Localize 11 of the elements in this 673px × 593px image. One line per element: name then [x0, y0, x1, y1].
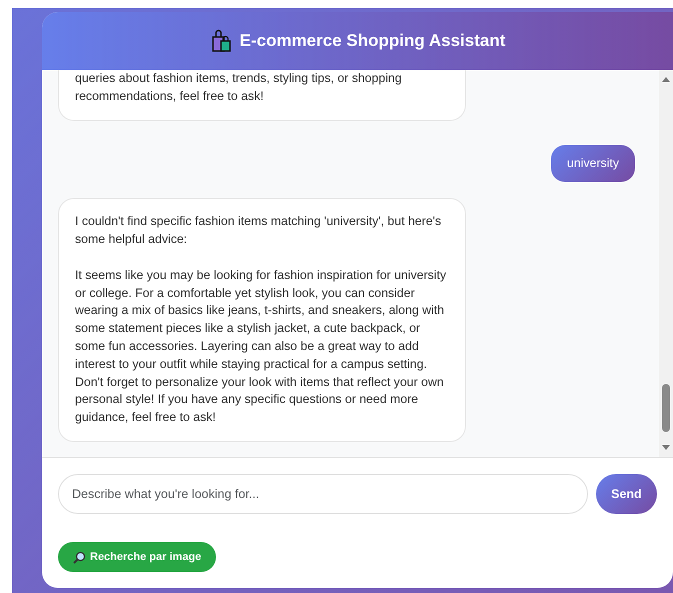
scroll-thumb[interactable]	[662, 384, 670, 432]
message-input[interactable]: Describe what you're looking for...	[58, 474, 588, 514]
assistant-message: I couldn't find specific fashion items matching 'university', but here's some helpful advice: It seems like you may be looking for fashion inspiration for university or college. For a comfortable yet stylish look, you can consider wearing a mix of basics like jeans, t-shirts, and sneakers, along with some statement pieces like a stylish jacket, a cute backpack, or some fun accessories. Layering can also be a great way to add interest to your outfit while staying practical for a campus setting. Don't forget to personalize your look with items that reflect your own personal style! If you have any specific questions or need more guidance, feel free to ask!	[58, 198, 466, 442]
window-title: E-commerce Shopping Assistant	[240, 30, 506, 52]
shopping-bags-icon	[210, 29, 232, 53]
user-message: university	[551, 144, 635, 182]
image-search-button[interactable]: Recherche par image	[58, 542, 216, 572]
magnifier-icon	[73, 550, 86, 564]
scrollbar[interactable]	[659, 70, 673, 457]
assistant-message: queries about fashion items, trends, styling tips, or shopping recommendations, feel free to ask!	[58, 70, 466, 121]
send-button[interactable]: Send	[596, 474, 657, 514]
